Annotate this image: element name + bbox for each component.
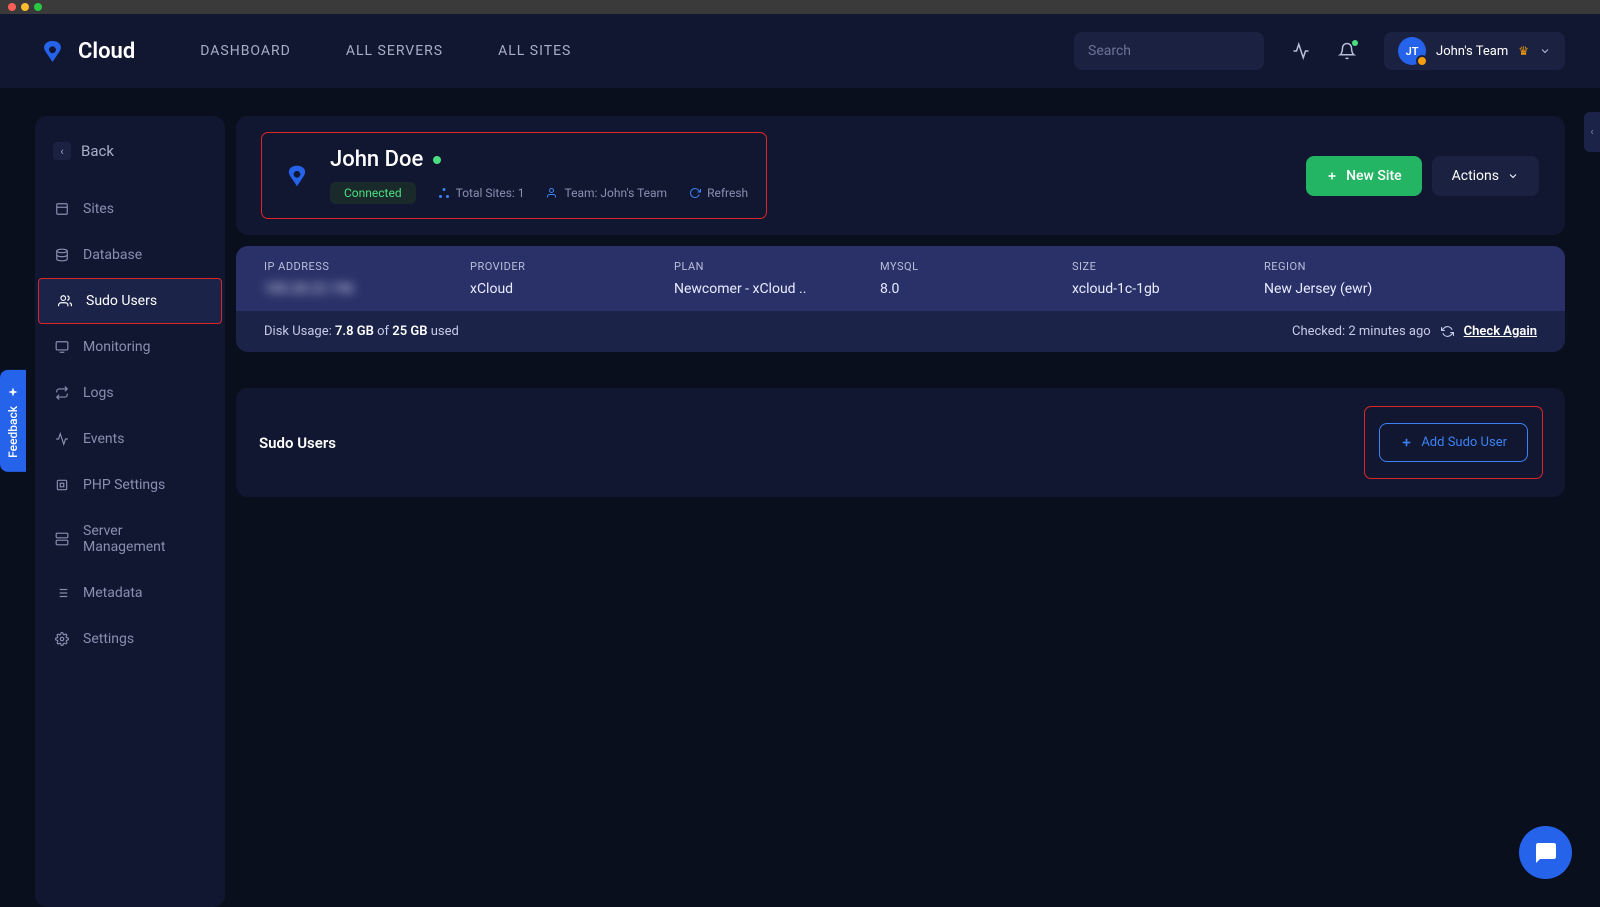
- add-sudo-user-button[interactable]: Add Sudo User: [1379, 423, 1528, 462]
- info-plan: PLAN Newcomer - xCloud ..: [674, 260, 880, 297]
- sudo-users-title: Sudo Users: [259, 434, 336, 452]
- mac-close-dot[interactable]: [8, 3, 16, 11]
- mac-maximize-dot[interactable]: [34, 3, 42, 11]
- search-box[interactable]: [1074, 32, 1264, 70]
- sidebar-item-php-settings[interactable]: PHP Settings: [35, 462, 225, 508]
- back-label: Back: [81, 142, 114, 160]
- sidebar-item-sites[interactable]: Sites: [35, 186, 225, 232]
- metadata-icon: [55, 586, 69, 600]
- sidebar-item-label: Database: [83, 247, 142, 263]
- back-button[interactable]: ‹ Back: [35, 134, 225, 168]
- info-provider: PROVIDER xCloud: [470, 260, 674, 297]
- sidebar-item-label: Settings: [83, 631, 134, 647]
- sidebar-item-events[interactable]: Events: [35, 416, 225, 462]
- info-region: REGION New Jersey (ewr): [1264, 260, 1537, 297]
- activity-icon: [1292, 42, 1310, 60]
- sparkle-icon: [6, 384, 20, 398]
- new-site-button[interactable]: New Site: [1306, 156, 1422, 196]
- sidebar-item-label: Server Management: [83, 523, 205, 555]
- crown-icon: ♛: [1518, 44, 1529, 58]
- notification-dot: [1352, 40, 1358, 46]
- info-size: SIZE xcloud-1c-1gb: [1072, 260, 1264, 297]
- chat-icon: [1534, 841, 1558, 865]
- search-input[interactable]: [1088, 43, 1266, 59]
- sidebar-item-label: PHP Settings: [83, 477, 165, 493]
- sidebar-item-metadata[interactable]: Metadata: [35, 570, 225, 616]
- sidebar-item-sudo-users[interactable]: Sudo Users: [38, 278, 222, 324]
- sidebar-item-monitoring[interactable]: Monitoring: [35, 324, 225, 370]
- server-header-highlight: John Doe Connected Total Sites: 1 Team: …: [262, 133, 766, 218]
- chevron-down-icon: [1539, 45, 1551, 57]
- connection-status: Connected: [330, 182, 416, 204]
- refresh-icon: [1441, 325, 1454, 338]
- info-mysql: MYSQL 8.0: [880, 260, 1072, 297]
- brand-logo-icon: [35, 34, 70, 69]
- sidebar-item-database[interactable]: Database: [35, 232, 225, 278]
- activity-button[interactable]: [1292, 42, 1310, 60]
- disk-usage-text: Disk Usage: 7.8 GB of 25 GB used: [264, 324, 459, 339]
- plus-icon: [1326, 170, 1338, 182]
- avatar-initials: JT: [1406, 45, 1419, 58]
- database-icon: [55, 248, 69, 262]
- avatar: JT: [1398, 37, 1426, 65]
- logs-icon: [55, 386, 69, 400]
- php-settings-icon: [55, 478, 69, 492]
- sidebar-item-label: Sites: [83, 201, 114, 217]
- team-meta: Team: John's Team: [547, 186, 668, 200]
- feedback-tab[interactable]: Feedback: [0, 370, 26, 472]
- server-logo-icon: [280, 159, 314, 193]
- sidebar-item-label: Events: [83, 431, 124, 447]
- add-sudo-highlight: Add Sudo User: [1365, 407, 1542, 478]
- sites-icon: [55, 202, 69, 216]
- chevron-left-icon: ‹: [53, 142, 71, 160]
- chevron-left-icon: ‹: [1590, 127, 1593, 138]
- refresh-button[interactable]: Refresh: [689, 186, 748, 200]
- mac-window-chrome: [0, 0, 1600, 14]
- server-name: John Doe: [330, 147, 423, 172]
- right-panel-collapse[interactable]: ‹: [1584, 112, 1600, 152]
- sidebar-item-settings[interactable]: Settings: [35, 616, 225, 662]
- chevron-down-icon: [1507, 170, 1519, 182]
- sidebar-item-label: Monitoring: [83, 339, 151, 355]
- sidebar-item-label: Logs: [83, 385, 114, 401]
- events-icon: [55, 432, 69, 446]
- checked-timestamp: Checked: 2 minutes ago: [1292, 324, 1431, 339]
- info-ip: IP ADDRESS 185.28.22.196: [264, 260, 470, 297]
- team-name: John's Team: [1436, 44, 1508, 59]
- nav-link-dashboard[interactable]: DASHBOARD: [200, 43, 291, 59]
- monitoring-icon: [55, 340, 69, 354]
- plus-icon: [1400, 436, 1413, 449]
- nav-link-all-servers[interactable]: ALL SERVERS: [346, 43, 443, 59]
- sudo-users-icon: [58, 294, 72, 308]
- server-info-bar: IP ADDRESS 185.28.22.196 PROVIDER xCloud…: [236, 246, 1565, 311]
- sidebar-item-label: Metadata: [83, 585, 143, 601]
- sidebar-item-server-management[interactable]: Server Management: [35, 508, 225, 570]
- mac-minimize-dot[interactable]: [21, 3, 29, 11]
- server-header-card: John Doe Connected Total Sites: 1 Team: …: [236, 116, 1565, 235]
- nav-links: DASHBOARD ALL SERVERS ALL SITES: [200, 43, 571, 59]
- disk-usage-bar: Disk Usage: 7.8 GB of 25 GB used Checked…: [236, 311, 1565, 352]
- sudo-users-card: Sudo Users Add Sudo User: [236, 388, 1565, 497]
- brand-name: Cloud: [78, 39, 135, 64]
- actions-button[interactable]: Actions: [1432, 156, 1539, 196]
- server-management-icon: [55, 532, 69, 546]
- team-selector[interactable]: JT John's Team ♛: [1384, 32, 1565, 70]
- total-sites-meta: Total Sites: 1: [438, 186, 525, 200]
- content-area: John Doe Connected Total Sites: 1 Team: …: [236, 116, 1565, 907]
- settings-icon: [55, 632, 69, 646]
- status-indicator: [433, 156, 441, 164]
- brand-logo[interactable]: Cloud: [35, 34, 135, 69]
- sidebar-item-logs[interactable]: Logs: [35, 370, 225, 416]
- notifications-button[interactable]: [1338, 42, 1356, 60]
- sidebar-item-label: Sudo Users: [86, 293, 157, 309]
- avatar-badge: [1416, 55, 1428, 67]
- chat-bubble-button[interactable]: [1519, 826, 1572, 879]
- nav-link-all-sites[interactable]: ALL SITES: [498, 43, 571, 59]
- check-again-button[interactable]: Check Again: [1464, 324, 1537, 339]
- sidebar: ‹ Back Sites Database Sudo Users Monitor…: [35, 116, 225, 907]
- top-nav: Cloud DASHBOARD ALL SERVERS ALL SITES JT…: [0, 14, 1600, 88]
